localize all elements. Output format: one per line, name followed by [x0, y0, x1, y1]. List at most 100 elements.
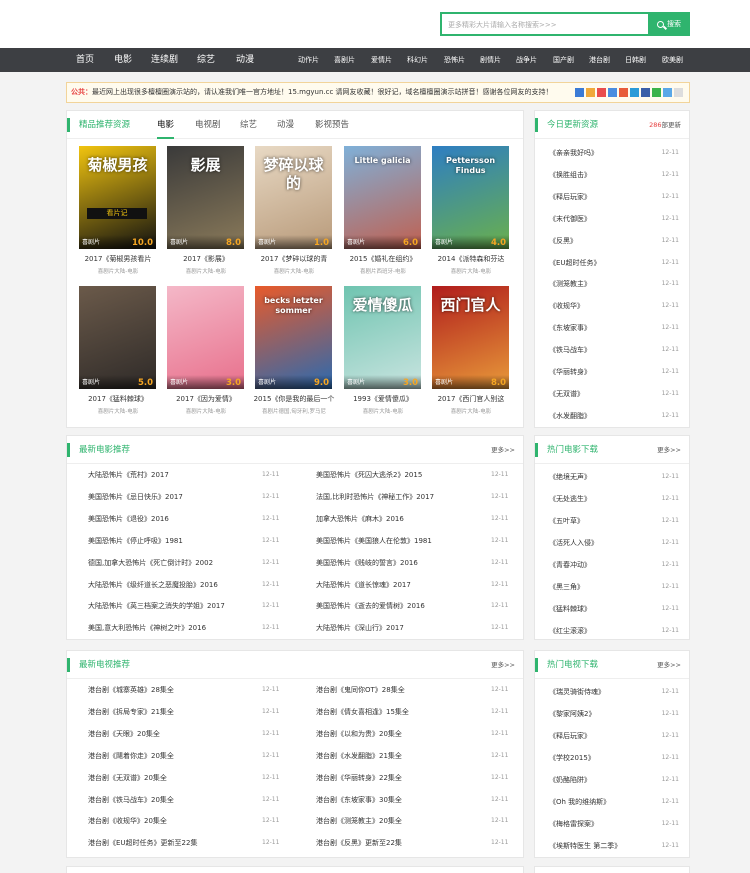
poster-card[interactable]: 爱情傻瓜 喜剧片 3.0: [344, 286, 421, 389]
nav-item-series[interactable]: 连续剧: [151, 48, 178, 72]
nav-sub-horror[interactable]: 恐怖片: [444, 48, 465, 72]
list-item[interactable]: 港台剧《东坡家事》30集全: [316, 795, 402, 805]
share-tqq-icon[interactable]: [608, 88, 617, 97]
share-plus-icon[interactable]: [575, 88, 584, 97]
list-item[interactable]: 美国恐怖片《停止呼吸》1981: [88, 536, 183, 546]
list-item[interactable]: 《瑞灵骑街侍魂》: [549, 687, 605, 697]
list-item[interactable]: 港台剧《鬼同你OT》28集全: [316, 685, 405, 695]
tab-anime[interactable]: 动漫: [277, 111, 294, 139]
list-item[interactable]: 美国恐怖片《忌日快乐》2017: [88, 492, 183, 502]
list-item[interactable]: 大陆恐怖片《深山行》2017: [316, 623, 404, 633]
list-item[interactable]: 美国恐怖片《死囚大逃杀2》2015: [316, 470, 422, 480]
nav-item-movie[interactable]: 电影: [114, 48, 132, 72]
list-item[interactable]: 《学校2015》: [549, 753, 595, 763]
list-item[interactable]: 《释后玩家》: [549, 731, 591, 741]
poster-caption[interactable]: 2014《派特森和芬达: [426, 254, 516, 264]
search-input[interactable]: 更多精彩大片请输入名称搜索>>>: [440, 12, 648, 36]
list-item[interactable]: 《活死人入侵》: [549, 538, 598, 548]
share-tieba-icon[interactable]: [663, 88, 672, 97]
list-item[interactable]: 《Oh 我的维纳斯》: [549, 797, 610, 807]
poster-caption[interactable]: 2017《影展》: [161, 254, 251, 264]
list-item[interactable]: 港台剧《天眼》20集全: [88, 729, 160, 739]
list-item[interactable]: 《奶酪陷阱》: [549, 775, 591, 785]
list-item[interactable]: 美国,意大利恐怖片《神树之叶》2016: [88, 623, 206, 633]
nav-item-variety[interactable]: 综艺: [197, 48, 215, 72]
list-item[interactable]: 大陆恐怖片《道长惊魂》2017: [316, 580, 411, 590]
list-item[interactable]: 法国,比利时恐怖片《神秘工作》2017: [316, 492, 434, 502]
nav-sub-drama[interactable]: 剧情片: [480, 48, 501, 72]
list-item[interactable]: 《反黑》: [549, 236, 577, 246]
list-item[interactable]: 美国恐怖片《美国狼人在伦敦》1981: [316, 536, 432, 546]
share-douban-icon[interactable]: [641, 88, 650, 97]
nav-sub-comedy[interactable]: 喜剧片: [334, 48, 355, 72]
share-weibo-icon[interactable]: [597, 88, 606, 97]
nav-sub-action[interactable]: 动作片: [298, 48, 319, 72]
tab-trailer[interactable]: 影视预告: [315, 111, 349, 139]
list-item[interactable]: 《无双谱》: [549, 389, 584, 399]
list-item[interactable]: 《亲亲我好吗》: [549, 148, 598, 158]
list-item[interactable]: 美国恐怖片《逝去的爱情树》2016: [316, 601, 425, 611]
poster-card[interactable]: 喜剧片 5.0: [79, 286, 156, 389]
list-item[interactable]: 港台剧《收规华》20集全: [88, 816, 167, 826]
list-item[interactable]: 港台剧《测笼教主》20集全: [316, 816, 402, 826]
nav-sub-jpkr[interactable]: 日韩剧: [625, 48, 646, 72]
list-item[interactable]: 《埃斯特医生 第二季》: [549, 841, 621, 851]
tab-tv[interactable]: 电视剧: [195, 111, 221, 139]
list-item[interactable]: 加拿大恐怖片《麻木》2016: [316, 514, 404, 524]
list-item[interactable]: 德国,加拿大恐怖片《死亡倒计时》2002: [88, 558, 213, 568]
list-item[interactable]: 《收规华》: [549, 301, 584, 311]
list-item[interactable]: 《青春冲动》: [549, 560, 591, 570]
list-item[interactable]: 《绝境无声》: [549, 472, 591, 482]
list-item[interactable]: 《水发翻脂》: [549, 411, 591, 421]
list-item[interactable]: 《东坡家事》: [549, 323, 591, 333]
list-item[interactable]: 港台剧《反黑》更新至22集: [316, 838, 402, 848]
list-item[interactable]: 港台剧《EU超时任务》更新至22集: [88, 838, 197, 848]
list-item[interactable]: 《无处逃生》: [549, 494, 591, 504]
share-copy-icon[interactable]: [674, 88, 683, 97]
list-item[interactable]: 港台剧《华丽转身》22集全: [316, 773, 402, 783]
list-item[interactable]: 《梅格雷探案》: [549, 819, 598, 829]
tv-more-link[interactable]: 更多>>: [491, 651, 515, 679]
nav-item-home[interactable]: 首页: [76, 48, 94, 72]
poster-caption[interactable]: 1993《爱情傻瓜》: [338, 394, 428, 404]
list-item[interactable]: 《换胜组击》: [549, 170, 591, 180]
list-item[interactable]: 大陆恐怖片《级纤道长之恶魔投胎》2016: [88, 580, 218, 590]
list-item[interactable]: 《EU超时任务》: [549, 258, 601, 268]
list-item[interactable]: 港台剧《倩女喜相逢》15集全: [316, 707, 409, 717]
list-item[interactable]: 《红尘滚滚》: [549, 626, 591, 636]
share-renren-icon[interactable]: [619, 88, 628, 97]
poster-caption[interactable]: 2015《你是我的最后一个: [249, 394, 339, 404]
list-item[interactable]: 《华丽转身》: [549, 367, 591, 377]
poster-caption[interactable]: 2017《梦碎以球的青: [249, 254, 339, 264]
list-item[interactable]: 港台剧《城寨英雄》28集全: [88, 685, 174, 695]
tab-variety[interactable]: 综艺: [240, 111, 257, 139]
share-wechat-icon[interactable]: [652, 88, 661, 97]
list-item[interactable]: 大陆恐怖片《莴三档案之消失的学姐》2017: [88, 601, 225, 611]
nav-sub-scifi[interactable]: 科幻片: [407, 48, 428, 72]
poster-card[interactable]: 梦碎以球的 喜剧片 1.0: [255, 146, 332, 249]
poster-card[interactable]: Little galicia 喜剧片 6.0: [344, 146, 421, 249]
list-item[interactable]: 美国恐怖片《退役》2016: [88, 514, 169, 524]
list-item[interactable]: 《猛料棘球》: [549, 604, 591, 614]
nav-sub-domestic[interactable]: 国产剧: [553, 48, 574, 72]
poster-card[interactable]: 影展 喜剧片 8.0: [167, 146, 244, 249]
list-item[interactable]: 《黎家阿姨2》: [549, 709, 595, 719]
nav-sub-western[interactable]: 欧美剧: [662, 48, 683, 72]
movies-more-link[interactable]: 更多>>: [491, 436, 515, 464]
poster-card[interactable]: 西门官人 喜剧片 8.0: [432, 286, 509, 389]
list-item[interactable]: 大陆恐怖片《荒村》2017: [88, 470, 169, 480]
poster-caption[interactable]: 2017《因为爱情》: [161, 394, 251, 404]
nav-sub-romance[interactable]: 爱情片: [371, 48, 392, 72]
nav-sub-hktw[interactable]: 港台剧: [589, 48, 610, 72]
list-item[interactable]: 《释后玩家》: [549, 192, 591, 202]
list-item[interactable]: 港台剧《以和为贵》20集全: [316, 729, 402, 739]
search-button[interactable]: 搜索: [648, 12, 690, 36]
hot-tv-more-link[interactable]: 更多>>: [657, 651, 681, 679]
share-kaixin-icon[interactable]: [630, 88, 639, 97]
list-item[interactable]: 《五叶草》: [549, 516, 584, 526]
poster-card[interactable]: 喜剧片 3.0: [167, 286, 244, 389]
list-item[interactable]: 美国恐怖片《贱岐的誓言》2016: [316, 558, 418, 568]
hot-movies-more-link[interactable]: 更多>>: [657, 436, 681, 464]
list-item[interactable]: 港台剧《拆局专家》21集全: [88, 707, 174, 717]
list-item[interactable]: 港台剧《水发翻脂》21集全: [316, 751, 402, 761]
